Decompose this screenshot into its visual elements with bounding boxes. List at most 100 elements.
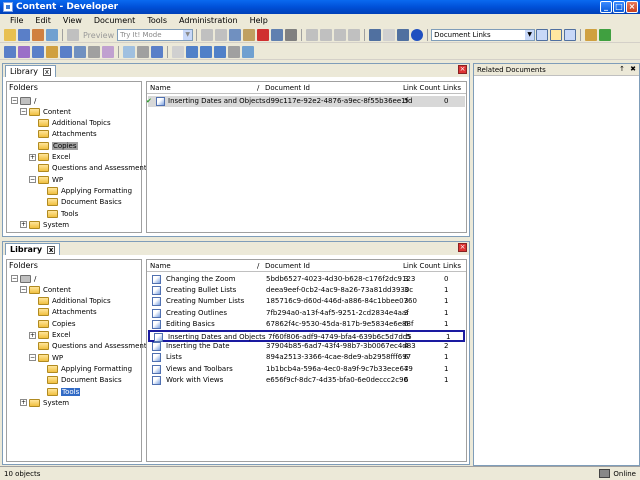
col-document-id[interactable]: Document Id <box>265 262 310 270</box>
tree-node[interactable]: Applying Formatting <box>38 363 132 374</box>
history-icon[interactable] <box>214 45 226 58</box>
new-package-icon[interactable] <box>60 45 72 58</box>
tab-library-top[interactable]: Library x <box>5 65 56 77</box>
collapse-icon[interactable] <box>334 29 347 41</box>
link-icon[interactable] <box>151 45 163 58</box>
table-row[interactable]: Inserting the Date 37904b85-6ad7-43f4-98b… <box>148 341 465 352</box>
collapse-icon[interactable]: − <box>20 286 27 294</box>
table-row[interactable]: Work with Views e656f9cf-8dc7-4d35-bfa0-6… <box>148 375 465 386</box>
tree-node[interactable]: − / <box>11 95 36 106</box>
new-module-icon[interactable] <box>4 45 16 58</box>
col-name[interactable]: Name <box>150 84 171 92</box>
move-up-icon[interactable] <box>172 45 184 58</box>
col-link-count[interactable]: Link Count <box>403 262 440 270</box>
properties-icon[interactable] <box>201 29 214 41</box>
menu-edit[interactable]: Edit <box>29 16 57 25</box>
paste-icon[interactable] <box>243 29 256 41</box>
tree-node[interactable]: Additional Topics <box>29 296 111 307</box>
col-name[interactable]: Name <box>150 262 171 270</box>
redo-icon[interactable] <box>320 29 333 41</box>
refresh-icon[interactable] <box>599 29 612 41</box>
tree-node[interactable]: − WP <box>29 174 63 185</box>
table-row[interactable]: Creating Outlines 7fb294a0-a13f-4af5-9251… <box>148 308 465 319</box>
preview-button[interactable]: Preview <box>83 31 114 40</box>
open-icon[interactable] <box>4 29 16 41</box>
tree-node[interactable]: Attachments <box>29 129 97 140</box>
help-icon[interactable] <box>411 29 424 41</box>
menu-help[interactable]: Help <box>244 16 274 25</box>
menu-file[interactable]: File <box>4 16 29 25</box>
binoculars-icon[interactable] <box>369 29 382 41</box>
table-row[interactable]: Lists 894a2513-3366-4cae-8de9-ab2958fff69… <box>148 352 465 363</box>
view-select[interactable]: Document Links ▼ <box>431 29 536 41</box>
replace-icon[interactable] <box>383 29 396 41</box>
filter-icon[interactable] <box>397 29 410 41</box>
maximize-button[interactable]: □ <box>613 1 625 13</box>
tree-node[interactable]: + System <box>20 397 69 408</box>
cut-icon[interactable] <box>215 29 228 41</box>
close-tab-icon[interactable]: x <box>42 67 51 76</box>
tree-node[interactable]: − / <box>11 273 36 284</box>
new-web-page-icon[interactable] <box>46 45 58 58</box>
collapse-icon[interactable]: − <box>11 275 18 282</box>
tree-node[interactable]: Tools <box>38 386 81 397</box>
mode-select[interactable]: Try It! Mode ▼ <box>117 29 194 41</box>
tree-node[interactable]: Questions and Assessments <box>29 341 150 352</box>
publish-icon[interactable] <box>32 29 44 41</box>
export-icon[interactable] <box>242 45 254 58</box>
new-glossary-icon[interactable] <box>74 45 86 58</box>
check-out-icon[interactable] <box>200 45 212 58</box>
table-row[interactable]: Inserting Dates and Objects 7f60f806-adf9… <box>148 330 465 342</box>
check-in-icon[interactable] <box>186 45 198 58</box>
import-icon[interactable] <box>228 45 240 58</box>
table-row[interactable]: Creating Bullet Lists deea9eef-0cb2-4ac9-… <box>148 285 465 296</box>
tree-node[interactable]: Additional Topics <box>29 118 111 129</box>
tree-node[interactable]: Document Basics <box>38 197 122 208</box>
expand-icon[interactable]: + <box>29 331 36 339</box>
copy-icon[interactable] <box>229 29 242 41</box>
expand-icon[interactable] <box>348 29 361 41</box>
pin-icon[interactable]: ↑ <box>619 65 625 73</box>
menu-administration[interactable]: Administration <box>173 16 244 25</box>
record-icon[interactable] <box>137 45 149 58</box>
tree-node[interactable]: − Content <box>20 106 71 117</box>
save-icon[interactable] <box>18 29 30 41</box>
close-pane-icon[interactable]: × <box>458 243 467 252</box>
table-row[interactable]: Editing Basics 67862f4c-9530-45da-817b-9e… <box>148 319 465 330</box>
print-icon[interactable] <box>46 29 58 41</box>
tree-node[interactable]: − WP <box>29 352 63 363</box>
tree-node[interactable]: Questions and Assessments <box>29 163 150 174</box>
collapse-icon[interactable]: − <box>29 176 36 184</box>
delete-icon[interactable] <box>257 29 270 41</box>
new-role-icon[interactable] <box>88 45 100 58</box>
tree-node[interactable]: Copies <box>29 140 78 151</box>
table-row[interactable]: Views and Toolbars 1b1bcb4a-596a-4ec0-8a9… <box>148 364 465 375</box>
tree-node[interactable]: + Excel <box>29 330 71 341</box>
collapse-icon[interactable]: − <box>29 354 36 362</box>
menu-document[interactable]: Document <box>88 16 141 25</box>
tree-node[interactable]: + Excel <box>29 152 71 163</box>
table-row[interactable]: ✔ Inserting Dates and Objects d99c117e-92e… <box>146 96 465 107</box>
close-tab-icon[interactable]: x <box>47 245 56 254</box>
expand-icon[interactable]: + <box>20 399 27 407</box>
minimize-button[interactable]: _ <box>600 1 612 13</box>
undo-icon[interactable] <box>306 29 319 41</box>
tree-node[interactable]: Tools <box>38 208 78 219</box>
vertical-split-icon[interactable] <box>564 29 577 41</box>
tree-node[interactable]: Document Basics <box>38 375 122 386</box>
tree-node[interactable]: Attachments <box>29 307 97 318</box>
tab-library-bottom[interactable]: Library x <box>5 243 61 255</box>
table-row[interactable]: Creating Number Lists 185716c9-d60d-446d-… <box>148 296 465 307</box>
layout-icon[interactable] <box>536 29 549 41</box>
close-window-button[interactable]: × <box>626 1 638 13</box>
col-document-id[interactable]: Document Id <box>265 84 310 92</box>
expand-icon[interactable]: + <box>29 153 36 161</box>
menu-view[interactable]: View <box>57 16 88 25</box>
preview-icon[interactable] <box>67 29 79 41</box>
table-row[interactable]: Changing the Zoom 5bdb6527-4023-4d30-b628… <box>148 274 465 285</box>
tree-node[interactable]: Copies <box>29 318 76 329</box>
new-topic-icon[interactable] <box>32 45 44 58</box>
folder-up-icon[interactable] <box>585 29 598 41</box>
tree-node[interactable]: − Content <box>20 284 71 295</box>
new-section-icon[interactable] <box>18 45 30 58</box>
